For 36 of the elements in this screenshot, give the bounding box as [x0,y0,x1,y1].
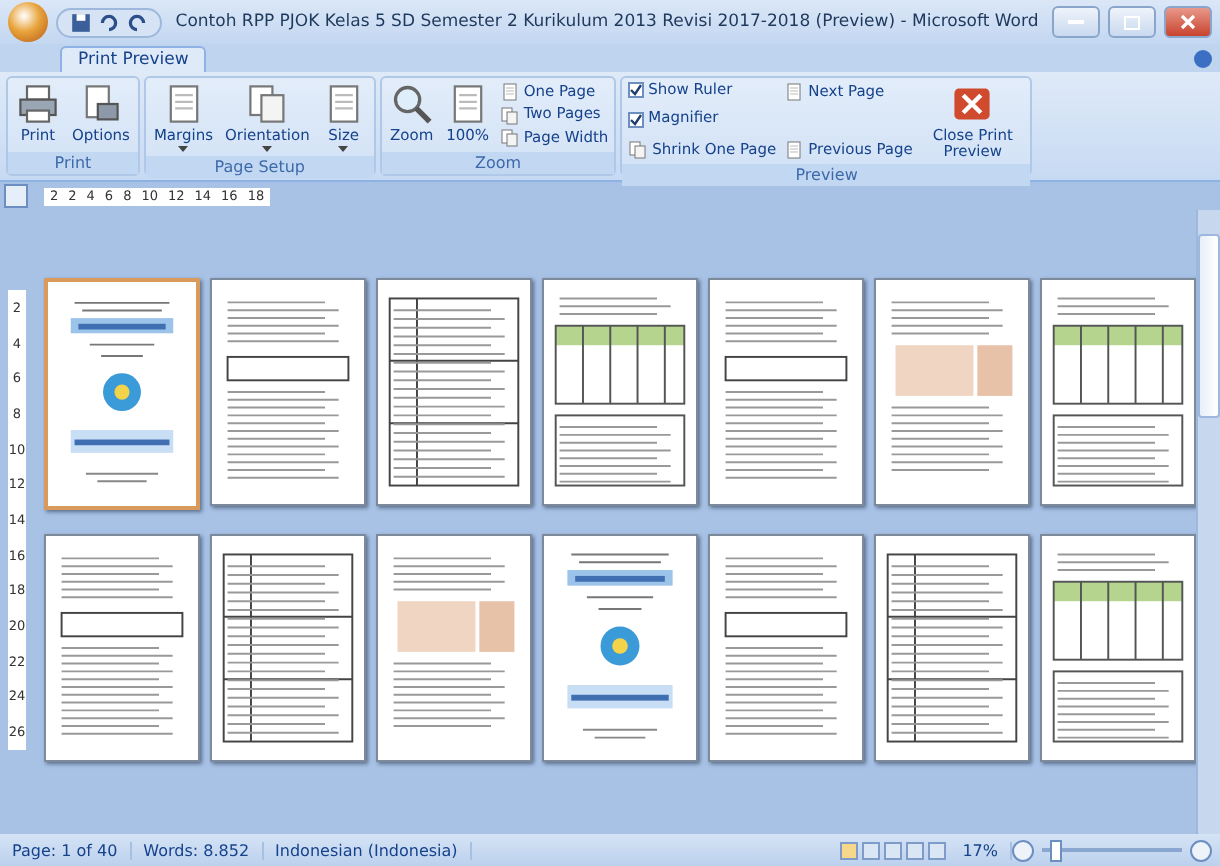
checkbox[interactable] [628,111,645,127]
page-icon [784,139,805,160]
restore-button[interactable] [1108,6,1156,38]
window-title: Contoh RPP PJOK Kelas 5 SD Semester 2 Kurikulum 2013 Revisi 2017-2018 (Preview) - Microsoft Word [173,12,1041,32]
page-count: Page: 1 of 40 [0,841,132,859]
close-button[interactable] [1164,6,1212,38]
zoom-slider-thumb[interactable] [1049,839,1061,861]
printer-icon [16,82,60,126]
group-label: Preview [622,163,1031,186]
pages-icon [499,105,520,125]
close-icon [1180,14,1196,30]
group-label: Page Setup [145,155,374,178]
scrollbar-thumb[interactable] [1198,234,1220,418]
checkbox[interactable] [628,82,645,99]
redo-icon[interactable] [126,11,148,33]
tab-selector-button[interactable] [4,184,28,208]
restore-icon [1124,15,1140,29]
help-icon[interactable] [1194,50,1212,68]
magnifier-icon [389,82,434,126]
save-icon[interactable] [70,11,92,33]
office-button[interactable] [8,2,48,42]
vertical-scrollbar[interactable] [1196,210,1220,834]
page-icon [499,82,520,102]
zoom-in-icon[interactable] [1190,839,1212,861]
pages-icon [245,82,290,126]
group-label: Print [8,152,138,174]
page-icon [784,82,805,102]
group-label: Zoom [381,152,615,174]
pages-icon [628,139,649,160]
ribbon-tab[interactable]: Print Preview [60,46,207,72]
zoom-out-icon[interactable] [1012,839,1034,861]
language-indicator: Indonesian (Indonesia) [263,841,472,859]
undo-icon[interactable] [98,11,120,33]
minimize-button[interactable] [1052,6,1100,38]
pages-icon [499,128,520,148]
word-count: Words: 8.852 [131,841,264,859]
